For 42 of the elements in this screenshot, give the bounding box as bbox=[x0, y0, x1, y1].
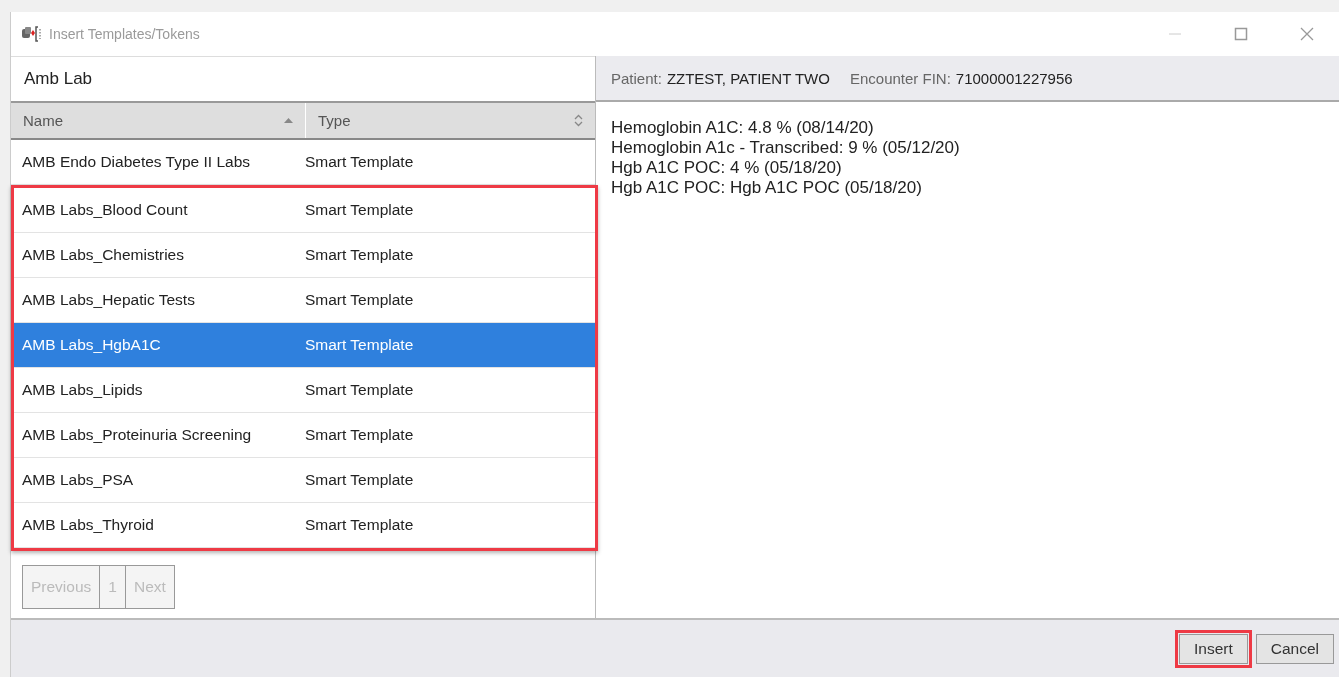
table-cell-text: AMB Labs_Chemistries bbox=[21, 246, 185, 264]
table-cell-text: Smart Template bbox=[304, 516, 415, 534]
patient-label: Patient: bbox=[611, 69, 662, 87]
table-row[interactable]: AMB Labs_Lipids Smart Template bbox=[14, 368, 595, 413]
table-row[interactable]: AMB Labs_Hepatic Tests Smart Template bbox=[14, 278, 595, 323]
table-row[interactable]: AMB Labs_HgbA1C Smart Template bbox=[14, 323, 595, 368]
preview-line: Hgb A1C POC: Hgb A1C POC (05/18/20) bbox=[611, 178, 923, 198]
close-icon bbox=[1300, 27, 1314, 41]
table-row[interactable]: AMB Labs_Thyroid Smart Template bbox=[14, 503, 595, 548]
panel-title: Amb Lab bbox=[11, 56, 595, 101]
maximize-icon bbox=[1234, 27, 1248, 41]
table-cell-text: AMB Labs_Lipids bbox=[21, 381, 144, 399]
encounter-label: Encounter FIN: bbox=[849, 69, 951, 87]
table-cell-text: AMB Labs_Blood Count bbox=[21, 201, 189, 219]
table-cell-text: AMB Labs_Proteinuria Screening bbox=[21, 426, 253, 444]
table-row[interactable]: AMB Labs_Proteinuria Screening Smart Template bbox=[14, 413, 595, 458]
app-icon bbox=[21, 26, 43, 42]
column-header[interactable]: Type bbox=[306, 103, 595, 138]
preview-line: Hgb A1C POC: 4 % (05/18/20) bbox=[611, 158, 843, 178]
table-cell-text: AMB Endo Diabetes Type II Labs bbox=[21, 153, 252, 171]
table-cell-text: AMB Labs_Hepatic Tests bbox=[21, 291, 196, 309]
table-cell-text: AMB Labs_PSA bbox=[21, 471, 135, 489]
table-cell-text: Smart Template bbox=[304, 426, 415, 444]
preview-line: Hemoglobin A1C: 4.8 % (08/14/20) bbox=[611, 118, 875, 138]
table-cell-text: AMB Labs_Thyroid bbox=[21, 516, 155, 534]
table-cell-text: Smart Template bbox=[304, 471, 415, 489]
patient-name: ZZTEST, PATIENT TWO bbox=[666, 69, 830, 87]
table-cell-text: Smart Template bbox=[304, 201, 415, 219]
table-cell-text: AMB Labs_HgbA1C bbox=[21, 336, 162, 354]
window-title: Insert Templates/Tokens bbox=[49, 26, 200, 42]
table-cell-text: Smart Template bbox=[304, 291, 415, 309]
table-cell-text: Smart Template bbox=[304, 153, 415, 171]
table-cell-text: Smart Template bbox=[304, 246, 415, 264]
table-row[interactable]: AMB Labs_Blood Count Smart Template bbox=[14, 188, 595, 233]
dialog-button[interactable]: Cancel bbox=[1255, 633, 1334, 664]
column-header[interactable]: Name bbox=[11, 103, 306, 138]
table-row[interactable]: AMB Labs_Chemistries Smart Template bbox=[14, 233, 595, 278]
encounter-number: 71000001227956 bbox=[955, 69, 1073, 87]
table-cell-text: Smart Template bbox=[304, 381, 415, 399]
preview-line: Hemoglobin A1c - Transcribed: 9 % (05/12/20) bbox=[611, 138, 961, 158]
table-row[interactable]: AMB Labs_PSA Smart Template bbox=[14, 458, 595, 503]
table-cell-text: Smart Template bbox=[304, 336, 415, 354]
